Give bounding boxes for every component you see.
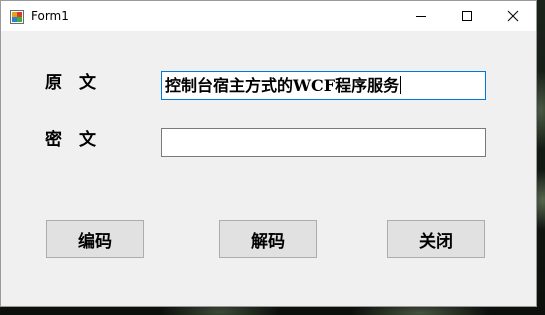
cipher-text-input[interactable] (161, 128, 486, 157)
form-client-area: 原 文 控制台宿主方式的WCF程序服务 密 文 编码 解码 关闭 (1, 31, 536, 306)
close-form-button[interactable]: 关闭 (387, 220, 485, 258)
minimize-icon (415, 7, 427, 26)
original-text-input[interactable]: 控制台宿主方式的WCF程序服务 (161, 71, 486, 100)
encode-button[interactable]: 编码 (46, 220, 144, 258)
close-button[interactable] (490, 1, 536, 31)
decode-button[interactable]: 解码 (219, 220, 317, 258)
title-bar[interactable]: Form1 (1, 1, 536, 31)
minimize-button[interactable] (398, 1, 444, 31)
app-icon[interactable] (10, 9, 24, 24)
original-text-value: 控制台宿主方式的WCF程序服务 (165, 76, 400, 95)
window-title: Form1 (31, 9, 69, 23)
form1-window: Form1 原 文 控制台宿主方式的WCF程序服务 密 文 编码 解码 关闭 (0, 0, 537, 307)
maximize-button[interactable] (444, 1, 490, 31)
original-text-label: 原 文 (45, 73, 96, 93)
text-caret (400, 76, 402, 94)
close-icon (507, 7, 519, 26)
maximize-icon (461, 7, 473, 26)
cipher-text-label: 密 文 (45, 130, 96, 150)
